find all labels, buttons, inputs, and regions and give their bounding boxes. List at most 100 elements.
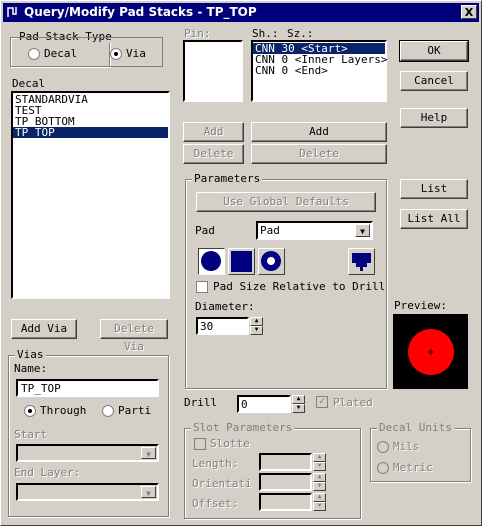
- spin-up-icon[interactable]: ▲: [313, 453, 326, 462]
- metric-label: Metric: [393, 461, 433, 474]
- slotted-checkbox[interactable]: [194, 438, 206, 450]
- spin-down-icon[interactable]: ▼: [313, 482, 326, 491]
- vias-group-label: Vias: [15, 348, 46, 361]
- slot-length-spinner[interactable]: ▲ ▼: [313, 453, 326, 471]
- start-layer-dropdown[interactable]: ▼: [16, 444, 159, 462]
- sz-label: Sz.:: [287, 27, 314, 40]
- annular-shape-button[interactable]: [258, 248, 285, 275]
- vias-group: Vias Name: TP_TOP Through Parti Start ▼ …: [8, 348, 169, 517]
- via-name-input[interactable]: TP_TOP: [16, 379, 159, 397]
- pad-size-relative-checkbox[interactable]: [196, 281, 208, 293]
- spin-down-icon[interactable]: ▼: [313, 502, 326, 511]
- special-shape-button[interactable]: [348, 248, 375, 275]
- decal-list-item[interactable]: TP_TOP: [13, 127, 168, 138]
- ok-button[interactable]: OK: [399, 40, 469, 62]
- spin-down-icon[interactable]: ▼: [292, 404, 305, 413]
- start-layer-label: Start: [14, 428, 48, 441]
- slot-offset-input[interactable]: [259, 493, 312, 511]
- close-button[interactable]: X: [461, 5, 477, 19]
- spin-down-icon[interactable]: ▼: [313, 462, 326, 471]
- spin-up-icon[interactable]: ▲: [313, 493, 326, 502]
- drill-input[interactable]: 0: [237, 395, 291, 413]
- list-button[interactable]: List: [400, 179, 468, 199]
- through-radio[interactable]: [24, 405, 36, 417]
- chevron-down-icon: ▼: [141, 447, 156, 459]
- slot-parameters-label: Slot Parameters: [191, 421, 295, 434]
- pad-shape-size-list[interactable]: CNN 30 <Start> CNN 0 <Inner Layers> CNN 0 …: [251, 40, 387, 102]
- plated-label: Plated: [333, 396, 373, 409]
- end-layer-dropdown[interactable]: ▼: [16, 483, 159, 501]
- pin-label: Pin:: [184, 27, 211, 40]
- drill-label: Drill: [184, 396, 218, 409]
- via-name-value: TP_TOP: [21, 382, 61, 395]
- partial-label: Parti: [118, 404, 152, 417]
- square-shape-button[interactable]: [228, 248, 255, 275]
- pad-type-label: Pad: [195, 224, 215, 237]
- decal-units-label: Decal Units: [377, 421, 454, 434]
- sh-label: Sh.:: [252, 27, 279, 40]
- app-icon: [6, 5, 20, 19]
- pad-type-dropdown[interactable]: Pad ▼: [256, 221, 373, 240]
- pad-delete-button[interactable]: Delete: [251, 144, 387, 164]
- slot-parameters-group: Slot Parameters Slotte Length: ▲ ▼ Orient…: [184, 421, 361, 519]
- pad-stack-type-group-frame: [10, 37, 163, 67]
- pad-size-relative-label: Pad Size Relative to Drill: [213, 280, 386, 293]
- round-shape-button[interactable]: [198, 248, 225, 275]
- metric-radio[interactable]: [377, 462, 389, 474]
- slot-offset-spinner[interactable]: ▲ ▼: [313, 493, 326, 511]
- help-button[interactable]: Help: [400, 108, 468, 128]
- through-label: Through: [40, 404, 87, 417]
- query-modify-pad-stacks-dialog: Query/Modify Pad Stacks - TP_TOP X Pad S…: [0, 0, 482, 526]
- diameter-input[interactable]: 30: [196, 317, 249, 335]
- title-bar: Query/Modify Pad Stacks - TP_TOP X: [3, 3, 479, 22]
- drill-value: 0: [241, 398, 248, 411]
- square-pad-icon: [231, 251, 252, 272]
- slot-length-input[interactable]: [259, 453, 312, 471]
- cancel-button[interactable]: Cancel: [400, 71, 468, 91]
- thermal-pad-icon: [352, 253, 371, 271]
- pad-preview-graphic: [408, 329, 454, 375]
- chevron-down-icon: ▼: [355, 224, 370, 237]
- mils-label: Mils: [393, 440, 420, 453]
- spin-up-icon[interactable]: ▲: [313, 473, 326, 482]
- spin-up-icon[interactable]: ▲: [250, 317, 263, 326]
- preview-label: Preview:: [394, 299, 447, 312]
- pad-type-value: Pad: [260, 224, 280, 237]
- pad-shape-list-item[interactable]: CNN 0 <End>: [253, 65, 385, 76]
- pin-list[interactable]: [183, 40, 243, 102]
- parameters-group: Parameters Use Global Defaults Pad Pad ▼…: [185, 172, 387, 389]
- slot-offset-label: Offset:: [192, 497, 239, 510]
- decal-units-group: Decal Units Mils Metric: [370, 421, 471, 482]
- diameter-label: Diameter:: [195, 300, 255, 313]
- slot-orientation-label: Orientati: [192, 477, 252, 490]
- round-pad-icon: [201, 251, 221, 271]
- decal-label: Decal: [12, 77, 46, 90]
- window-title: Query/Modify Pad Stacks - TP_TOP: [24, 5, 257, 19]
- delete-via-button[interactable]: Delete Via: [100, 319, 168, 353]
- preview-pane: [393, 314, 468, 389]
- parameters-label: Parameters: [192, 172, 263, 185]
- pad-add-button[interactable]: Add: [251, 122, 387, 142]
- spin-down-icon[interactable]: ▼: [250, 326, 263, 335]
- partial-radio[interactable]: [102, 405, 114, 417]
- slot-orientation-input[interactable]: [259, 473, 312, 491]
- slotted-label: Slotte: [210, 437, 250, 450]
- pin-delete-button[interactable]: Delete: [183, 144, 244, 164]
- spin-up-icon[interactable]: ▲: [292, 395, 305, 404]
- add-via-button[interactable]: Add Via: [11, 319, 77, 339]
- mils-radio[interactable]: [377, 441, 389, 453]
- via-name-label: Name:: [14, 362, 48, 375]
- drill-spinner[interactable]: ▲ ▼: [292, 395, 305, 413]
- annular-pad-icon: [261, 251, 281, 271]
- end-layer-label: End Layer:: [14, 466, 81, 479]
- pin-add-button[interactable]: Add: [183, 122, 244, 142]
- chevron-down-icon: ▼: [141, 486, 156, 498]
- list-all-button[interactable]: List All: [400, 209, 468, 229]
- diameter-spinner[interactable]: ▲ ▼: [250, 317, 263, 335]
- diameter-value: 30: [200, 320, 214, 333]
- use-global-defaults-button[interactable]: Use Global Defaults: [196, 192, 376, 212]
- slot-orientation-spinner[interactable]: ▲ ▼: [313, 473, 326, 491]
- slot-length-label: Length:: [192, 457, 239, 470]
- decal-list[interactable]: STANDARDVIA TEST TP_BOTTOM TP_TOP: [11, 91, 170, 299]
- plated-checkbox[interactable]: ✓: [316, 396, 328, 408]
